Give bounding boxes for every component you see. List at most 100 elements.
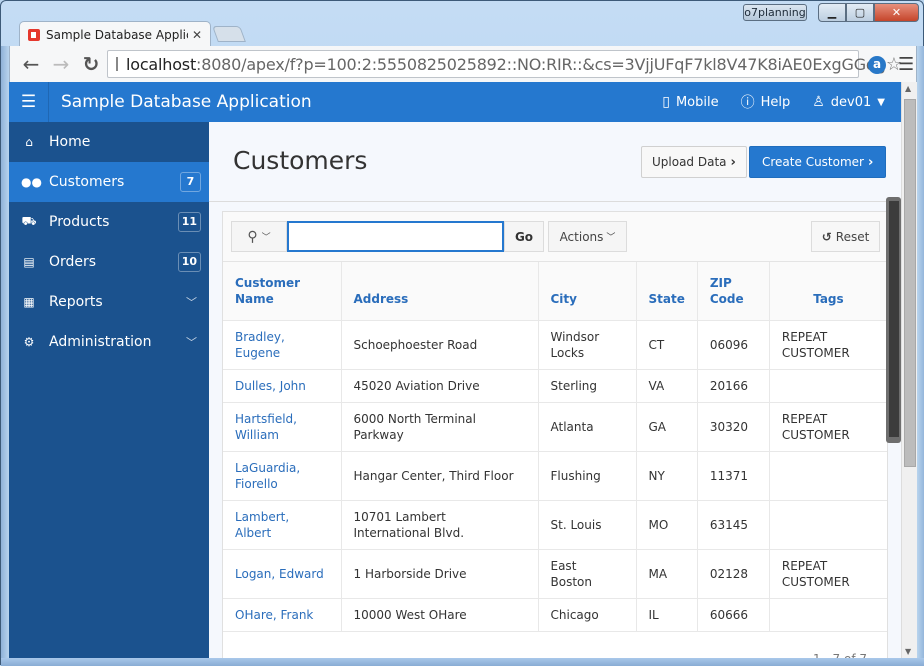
sidebar-item-customers[interactable]: ●● Customers 7 — [9, 162, 209, 202]
reload-icon[interactable]: ↻ — [76, 52, 106, 76]
user-menu[interactable]: ♙ dev01 ▼ — [812, 94, 885, 110]
city-cell-text: East Boston — [550, 558, 592, 589]
page-title: Customers — [233, 146, 368, 175]
state-cell: GA — [636, 402, 698, 452]
zip-cell: 06096 — [697, 320, 770, 370]
extension-icon[interactable]: a — [868, 56, 886, 74]
column-header-tags[interactable]: Tags — [769, 262, 887, 321]
minimize-button[interactable]: ▁ — [818, 3, 846, 22]
state-cell-text: MA — [648, 566, 668, 581]
tags-cell-text: REPEAT CUSTOMER — [781, 411, 850, 442]
nav-toggle-icon[interactable]: ☰ — [9, 82, 49, 122]
new-tab-button[interactable] — [212, 26, 246, 42]
city-cell: St. Louis — [538, 500, 637, 550]
list-icon: ▤ — [23, 255, 35, 269]
zip-cell-text: 30320 — [709, 419, 749, 434]
customer-name-cell: Dulles, John — [223, 369, 342, 403]
apex-app: ☰ Sample Database Application ▯ Mobile ⓘ… — [9, 82, 901, 658]
table-row: Lambert, Albert 10701 Lambert Internation… — [223, 500, 887, 550]
undo-icon: ↺ — [821, 229, 832, 244]
zip-cell-text: 60666 — [709, 607, 749, 622]
table-icon: ▦ — [23, 295, 35, 309]
zip-cell-text: 63145 — [709, 517, 749, 532]
help-icon: ⓘ — [740, 95, 755, 111]
mobile-link[interactable]: ▯ Mobile — [662, 94, 718, 110]
search-icon: ⚲ — [247, 228, 258, 245]
column-header-address[interactable]: Address — [341, 262, 539, 321]
zip-cell: 60666 — [697, 598, 770, 632]
column-header-customer-name[interactable]: Customer Name — [223, 262, 342, 321]
sidebar-item-home[interactable]: ⌂ Home — [9, 122, 209, 162]
customers-table: Customer Name Address City State ZIP Cod… — [223, 262, 887, 632]
browser-tab[interactable]: Sample Database Applicat ✕ — [19, 21, 211, 47]
page-header: Customers Upload Data › Create Customer … — [209, 122, 901, 202]
cart-icon: ⛟ — [21, 214, 37, 228]
sidebar-item-products[interactable]: ⛟ Products 11 — [9, 202, 209, 242]
search-input[interactable] — [287, 221, 504, 252]
upload-data-button[interactable]: Upload Data › — [641, 146, 747, 178]
scrollbar-thumb[interactable] — [904, 99, 916, 467]
address-bar[interactable]: localhost:8080/apex/f?p=100:2:5550825025… — [107, 50, 902, 78]
customer-name-link[interactable]: Lambert, Albert — [235, 510, 289, 540]
sidebar-item-orders[interactable]: ▤ Orders 10 — [9, 242, 209, 282]
customer-name-link[interactable]: Dulles, John — [235, 379, 306, 393]
column-header-city[interactable]: City — [538, 262, 637, 321]
help-link[interactable]: ⓘ Help — [741, 92, 791, 112]
city-cell: East Boston — [538, 549, 637, 599]
scroll-up-icon[interactable]: ▲ — [905, 84, 911, 93]
customers-count-badge: 7 — [180, 172, 201, 192]
sidebar-item-reports[interactable]: ▦ Reports ﹀ — [9, 282, 209, 322]
customer-name-link[interactable]: Bradley, Eugene — [235, 330, 285, 360]
chevron-down-icon[interactable]: ﹀ — [186, 334, 197, 350]
table-row: Logan, Edward 1 Harborside Drive East Bost… — [223, 549, 887, 599]
tags-cell — [769, 598, 887, 632]
search-column-selector[interactable]: ⚲ ﹀ — [231, 221, 287, 252]
address-cell: 6000 North Terminal Parkway — [341, 402, 539, 452]
customer-name-link[interactable]: Logan, Edward — [235, 567, 324, 581]
chevron-right-icon: › — [867, 154, 874, 170]
city-cell: Atlanta — [538, 402, 637, 452]
main-content: Customers Upload Data › Create Customer … — [209, 122, 901, 658]
report-scrollbar[interactable] — [886, 197, 901, 443]
sidebar-nav: ⌂ Home ●● Customers 7 ⛟ Products 11 ▤ Or… — [9, 122, 209, 658]
customer-name-link[interactable]: LaGuardia, Fiorello — [235, 461, 300, 491]
zip-cell: 30320 — [697, 402, 770, 452]
state-cell-text: IL — [648, 607, 659, 622]
address-cell: 1 Harborside Drive — [341, 549, 539, 599]
state-cell: VA — [636, 369, 698, 403]
chevron-down-icon[interactable]: ﹀ — [186, 294, 197, 310]
reset-button[interactable]: ↺ Reset — [811, 221, 880, 252]
back-icon[interactable]: ← — [16, 52, 46, 76]
close-tab-icon[interactable]: ✕ — [192, 28, 202, 42]
scroll-down-icon[interactable]: ▼ — [905, 647, 911, 656]
column-header-state[interactable]: State — [636, 262, 698, 321]
city-cell: Windsor Locks — [538, 320, 637, 370]
go-button[interactable]: Go — [504, 221, 544, 252]
customer-name-cell: Bradley, Eugene — [223, 320, 342, 370]
actions-menu-button[interactable]: Actions ﹀ — [548, 221, 627, 252]
customer-name-link[interactable]: OHare, Frank — [235, 608, 313, 622]
table-row: OHare, Frank 10000 West OHare Chicago IL 606… — [223, 598, 887, 632]
zip-cell: 63145 — [697, 500, 770, 550]
maximize-button[interactable]: ▢ — [846, 3, 874, 22]
browser-menu-icon[interactable]: ☰ — [898, 54, 914, 75]
profile-badge[interactable]: o7planning — [743, 4, 807, 21]
forward-icon[interactable]: → — [46, 52, 76, 76]
page-scrollbar[interactable]: ▲ ▼ — [901, 82, 917, 658]
address-cell-text: 6000 North Terminal Parkway — [353, 411, 476, 442]
customer-name-link[interactable]: Hartsfield, William — [235, 412, 297, 442]
column-header-zip-code[interactable]: ZIP Code — [697, 262, 770, 321]
tags-cell: REPEAT CUSTOMER — [769, 320, 887, 370]
address-cell-text: Hangar Center, Third Floor — [353, 468, 514, 483]
city-cell-text: Atlanta — [550, 419, 594, 434]
page-icon — [116, 57, 118, 71]
zip-cell-text: 02128 — [709, 566, 749, 581]
url-text[interactable]: localhost:8080/apex/f?p=100:2:5550825025… — [126, 55, 886, 74]
mobile-icon: ▯ — [662, 94, 670, 110]
close-window-button[interactable]: ✕ — [874, 3, 919, 22]
sidebar-item-administration[interactable]: ⚙ Administration ﹀ — [9, 322, 209, 362]
zip-cell-text: 11371 — [709, 468, 749, 483]
products-count-badge: 11 — [177, 212, 201, 232]
create-customer-button[interactable]: Create Customer › — [749, 146, 887, 178]
app-title[interactable]: Sample Database Application — [61, 92, 312, 112]
